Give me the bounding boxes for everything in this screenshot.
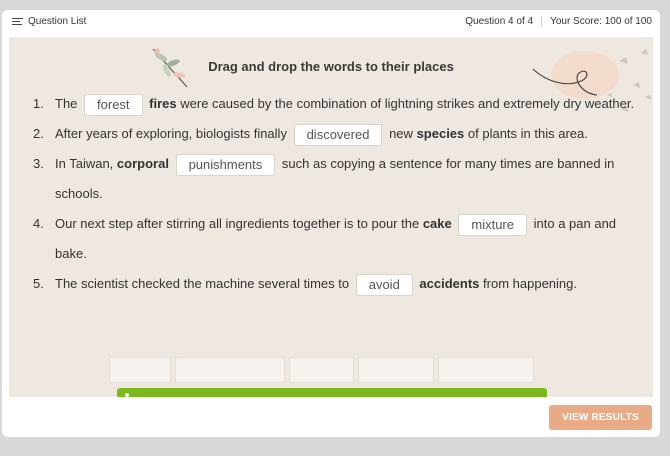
- question-text: The: [55, 96, 78, 111]
- feedback-bar: [117, 388, 547, 397]
- question-1: 1. The forest fires were caused by the c…: [33, 89, 645, 119]
- question-number: 2.: [33, 126, 44, 141]
- answer-chip-punishments[interactable]: punishments: [175, 153, 276, 176]
- feedback-icon: [125, 393, 129, 397]
- keyword-text: cake: [422, 216, 452, 231]
- question-number: 1.: [33, 96, 44, 111]
- view-results-button[interactable]: VIEW RESULTS: [549, 405, 652, 430]
- quiz-window: Question List Question 4 of 4 Your Score…: [2, 10, 660, 437]
- keyword-text: accidents: [419, 276, 480, 291]
- question-text: new: [389, 126, 413, 141]
- quiz-meta: Question 4 of 4 Your Score: 100 of 100: [465, 16, 652, 27]
- keyword-text: corporal: [116, 156, 169, 171]
- top-bar: Question List Question 4 of 4 Your Score…: [2, 10, 660, 34]
- empty-word-slot[interactable]: [175, 357, 285, 383]
- question-text: of plants in this area.: [467, 126, 588, 141]
- meta-divider: [541, 16, 543, 27]
- question-number: 4.: [33, 216, 44, 231]
- empty-word-slot[interactable]: [289, 357, 354, 383]
- answer-chip-mixture[interactable]: mixture: [458, 213, 527, 236]
- answer-chip-discovered[interactable]: discovered: [293, 123, 383, 146]
- question-text: Our next step after stirring all ingredi…: [55, 216, 420, 231]
- score-display: Your Score: 100 of 100: [550, 16, 652, 27]
- empty-word-slot[interactable]: [358, 357, 434, 383]
- question-text: In Taiwan,: [55, 156, 114, 171]
- answer-chip-avoid[interactable]: avoid: [355, 273, 413, 296]
- empty-word-slot[interactable]: [438, 357, 534, 383]
- question-progress: Question 4 of 4: [465, 16, 534, 27]
- activity-title: Drag and drop the words to their places: [208, 59, 454, 74]
- keyword-text: fires: [149, 96, 177, 111]
- question-list-button[interactable]: Question List: [12, 16, 86, 27]
- keyword-text: species: [416, 126, 465, 141]
- question-list-label: Question List: [28, 16, 87, 27]
- question-3: 3. In Taiwan, corporal punishments such …: [33, 149, 645, 209]
- question-4: 4. Our next step after stirring all ingr…: [33, 209, 645, 269]
- question-number: 3.: [33, 156, 44, 171]
- question-2: 2. After years of exploring, biologists …: [33, 119, 645, 149]
- question-number: 5.: [33, 276, 44, 291]
- word-bank: [109, 357, 534, 383]
- question-list: 1. The forest fires were caused by the c…: [33, 89, 645, 299]
- question-5: 5. The scientist checked the machine sev…: [33, 269, 645, 299]
- question-text: from happening.: [483, 276, 577, 291]
- empty-word-slot[interactable]: [109, 357, 171, 383]
- question-text: were caused by the combination of lightn…: [180, 96, 635, 111]
- answer-chip-forest[interactable]: forest: [84, 93, 143, 116]
- question-text: The scientist checked the machine severa…: [55, 276, 350, 291]
- activity-panel: Drag and drop the words to their places …: [9, 37, 653, 397]
- question-text: After years of exploring, biologists fin…: [55, 126, 287, 141]
- list-icon: [12, 17, 23, 26]
